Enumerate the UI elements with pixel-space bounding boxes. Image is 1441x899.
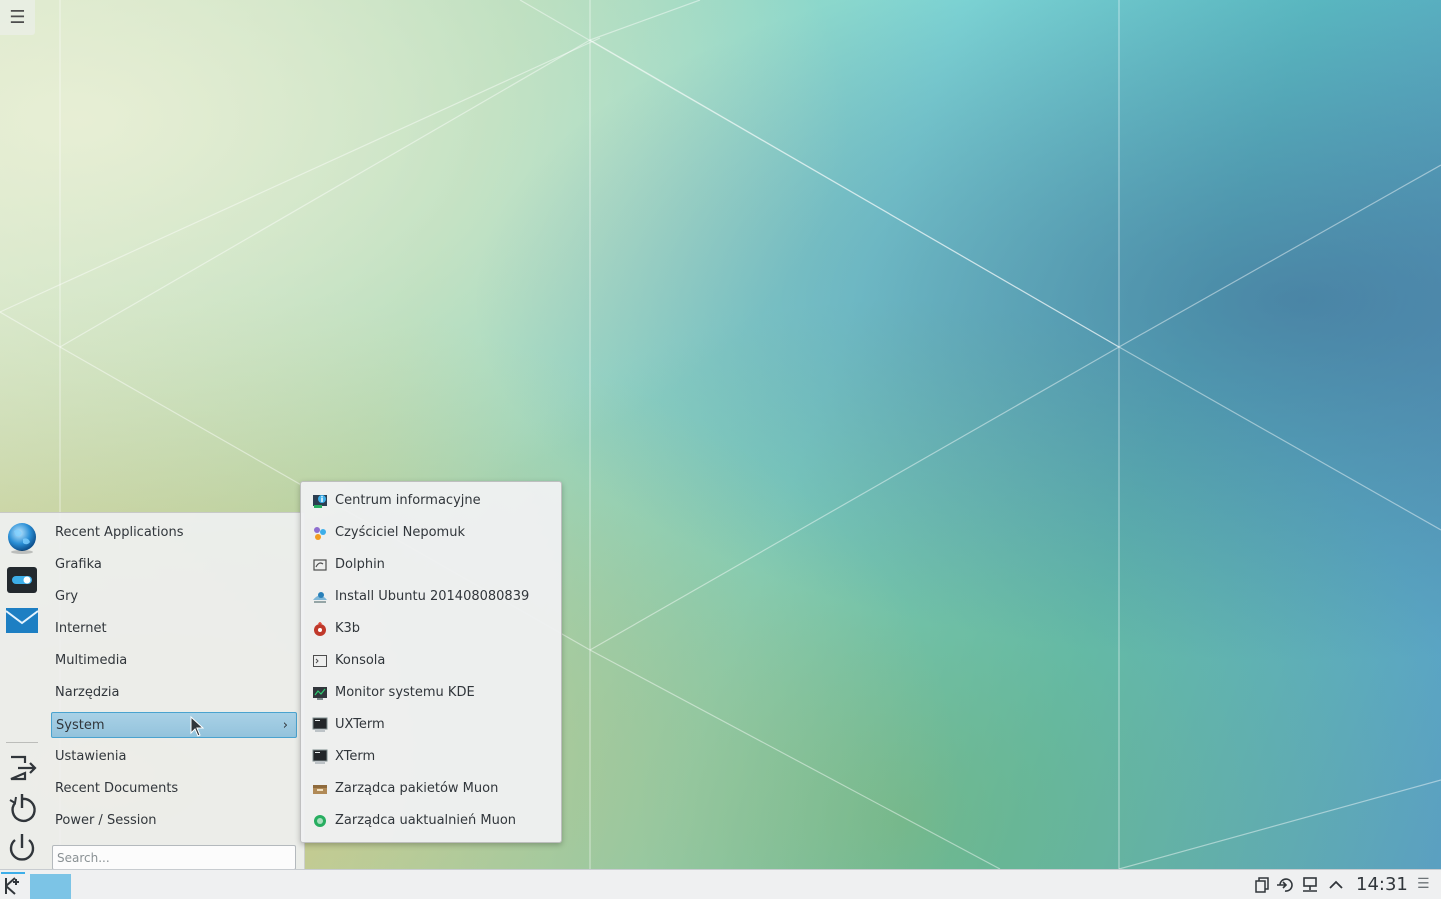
category-gry[interactable]: Gry (51, 584, 297, 610)
category-label: Recent Applications (55, 525, 184, 540)
category-multimedia[interactable]: Multimedia (51, 648, 297, 674)
menu-item-install-ubuntu[interactable]: Install Ubuntu 201408080839 (309, 584, 553, 610)
menu-item-label: UXTerm (335, 717, 385, 732)
category-label: System (56, 718, 105, 733)
desktop-toolbox-button[interactable]: ☰ (0, 0, 35, 35)
clipboard-icon[interactable] (1253, 876, 1271, 894)
menu-item-label: XTerm (335, 749, 376, 764)
category-label: Multimedia (55, 653, 128, 668)
system-monitor-icon (313, 687, 327, 700)
menu-item-label: Zarządca uaktualnień Muon (335, 813, 517, 828)
category-internet[interactable]: Internet (51, 616, 297, 642)
category-grafika[interactable]: Grafika (51, 552, 297, 578)
menu-item-label: Konsola (335, 653, 386, 668)
terminal-icon (312, 749, 328, 764)
category-label: Grafika (55, 557, 102, 572)
category-label: Narzędzia (55, 685, 120, 700)
kde-connect-icon[interactable] (1276, 876, 1294, 894)
k3b-icon (314, 622, 326, 636)
mouse-cursor-icon (190, 716, 204, 737)
package-icon (313, 785, 327, 794)
konsole-icon (313, 655, 327, 667)
nepomuk-icon (314, 527, 326, 540)
category-label: Internet (55, 621, 107, 636)
category-narzedzia[interactable]: Narzędzia (51, 680, 297, 706)
category-recent-applications[interactable]: Recent Applications (51, 520, 297, 546)
menu-item-muon-updater[interactable]: Zarządca uaktualnień Muon (309, 808, 553, 834)
menu-item-xterm[interactable]: XTerm (309, 744, 553, 770)
menu-item-label: Install Ubuntu 201408080839 (335, 589, 530, 604)
expand-tray-icon[interactable] (1327, 876, 1345, 894)
menu-item-label: Zarządca pakietów Muon (335, 781, 499, 796)
globe-icon[interactable] (5, 521, 39, 555)
menu-item-czysciciel-nepomuk[interactable]: Czyściciel Nepomuk (309, 520, 553, 546)
terminal-icon (312, 717, 328, 732)
category-label: Power / Session (55, 813, 157, 828)
menu-item-dolphin[interactable]: Dolphin (309, 552, 553, 578)
chevron-right-icon: › (282, 718, 288, 733)
menu-item-label: Monitor systemu KDE (335, 685, 475, 700)
menu-item-label: K3b (335, 621, 361, 636)
kde-launcher-icon[interactable] (1, 872, 25, 898)
digital-clock[interactable]: 14:31 (1356, 874, 1408, 895)
info-center-icon (313, 495, 327, 508)
restart-icon[interactable] (5, 791, 39, 825)
system-settings-icon[interactable] (5, 563, 39, 597)
menu-item-konsola[interactable]: Konsola (309, 648, 553, 674)
menu-item-label: Centrum informacyjne (335, 493, 481, 508)
category-label: Ustawienia (55, 749, 127, 764)
menu-item-label: Dolphin (335, 557, 385, 572)
category-recent-documents[interactable]: Recent Documents (51, 776, 297, 802)
menu-item-label: Czyściciel Nepomuk (335, 525, 465, 540)
search-input[interactable] (52, 845, 296, 870)
menu-item-centrum-informacyjne[interactable]: Centrum informacyjne (309, 488, 553, 514)
application-launcher: Recent Applications Grafika Gry Internet… (0, 512, 305, 870)
menu-item-uxterm[interactable]: UXTerm (309, 712, 553, 738)
category-label: Gry (55, 589, 79, 604)
network-icon[interactable] (1301, 876, 1319, 894)
system-submenu: Centrum informacyjne Czyściciel Nepomuk … (300, 481, 562, 843)
taskbar-panel: 14:31 ☰ (0, 869, 1441, 899)
ubuntu-install-icon (313, 592, 327, 603)
shutdown-icon[interactable] (5, 831, 39, 865)
menu-item-monitor-systemu[interactable]: Monitor systemu KDE (309, 680, 553, 706)
category-system[interactable]: System › (51, 712, 297, 738)
favorites-column (0, 513, 44, 870)
logout-icon[interactable] (5, 751, 39, 785)
updater-icon (314, 815, 326, 827)
menu-item-k3b[interactable]: K3b (309, 616, 553, 642)
dolphin-icon (313, 559, 327, 571)
category-ustawienia[interactable]: Ustawienia (51, 744, 297, 770)
menu-item-muon-package-manager[interactable]: Zarządca pakietów Muon (309, 776, 553, 802)
pager-desktop-1[interactable] (30, 874, 71, 899)
panel-settings-icon[interactable]: ☰ (1417, 876, 1431, 894)
category-label: Recent Documents (55, 781, 179, 796)
favorites-separator (6, 742, 38, 743)
category-power-session[interactable]: Power / Session (51, 808, 297, 834)
hamburger-icon: ☰ (9, 7, 26, 28)
mail-icon[interactable] (5, 603, 39, 637)
